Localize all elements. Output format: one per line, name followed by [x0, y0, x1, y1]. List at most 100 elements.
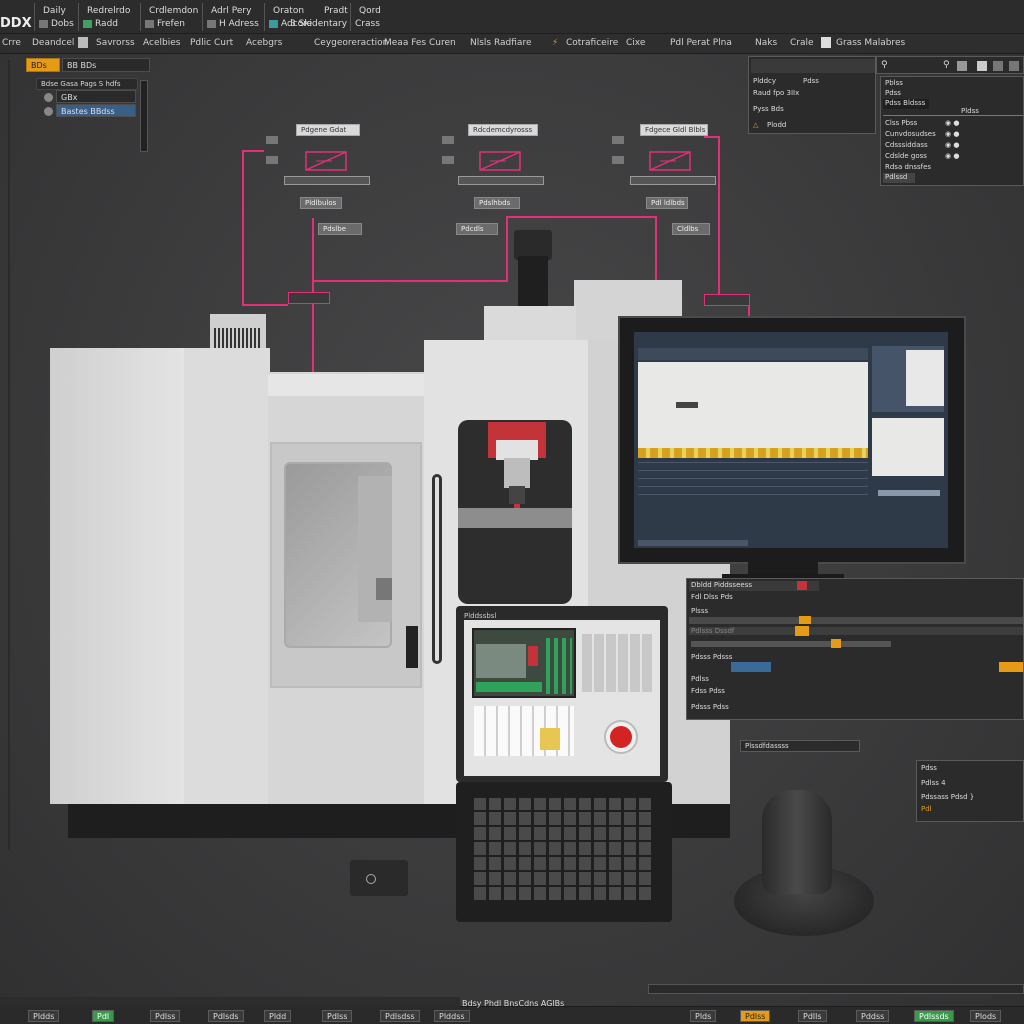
- sequence-row[interactable]: Fdl Dlss Pds: [691, 593, 733, 603]
- track-clip[interactable]: [731, 662, 771, 672]
- menu-item[interactable]: Adrl Pery H Adress: [202, 3, 262, 31]
- search-icon[interactable]: ⚲: [943, 60, 950, 70]
- menu-sub: Dobs: [51, 19, 74, 29]
- properties-row[interactable]: Cdsssiddass: [885, 141, 928, 151]
- toggle-icon[interactable]: ◉ ●: [945, 141, 959, 151]
- tab-active[interactable]: BDs: [26, 58, 60, 72]
- tree-item[interactable]: GBx: [56, 90, 136, 103]
- quick-panel-header: [751, 59, 875, 73]
- node-title[interactable]: Fdgece Gldl Blbls: [640, 124, 708, 136]
- toggle-icon[interactable]: ◉ ●: [945, 119, 959, 129]
- toolbar-item[interactable]: Pdl Perat Plna: [670, 38, 732, 48]
- status-button[interactable]: Pdlls: [798, 1010, 827, 1022]
- search-icon[interactable]: ⚲: [881, 60, 888, 70]
- status-button[interactable]: Pdlssds: [914, 1010, 954, 1022]
- node-output[interactable]: Pdl ldlbds: [646, 197, 688, 209]
- track-bar[interactable]: [689, 627, 1023, 635]
- door-handle[interactable]: [432, 474, 442, 664]
- properties-row[interactable]: Cunvdosudses: [885, 130, 936, 140]
- keyboard[interactable]: [474, 798, 652, 902]
- toolbar-item[interactable]: Savrorss: [96, 38, 135, 48]
- node-slider[interactable]: [284, 176, 370, 185]
- status-button[interactable]: Plddss: [434, 1010, 470, 1022]
- sequence-row[interactable]: Pdlss: [691, 675, 709, 685]
- toggle-icon[interactable]: ◉ ●: [945, 152, 959, 162]
- track-clip[interactable]: [999, 662, 1023, 672]
- toolbar-item[interactable]: Naks: [755, 38, 777, 48]
- status-button[interactable]: Pdlss: [740, 1010, 771, 1022]
- node-title[interactable]: Rdcdemcdyrosss: [468, 124, 538, 136]
- menu-item[interactable]: Qord Crass: [350, 3, 400, 31]
- close-icon[interactable]: [797, 581, 807, 590]
- info-sub: Pdlss 4: [921, 779, 946, 787]
- status-button[interactable]: Pdlss: [150, 1010, 181, 1022]
- track-bar[interactable]: [689, 617, 1023, 624]
- track-marker[interactable]: [831, 639, 841, 648]
- square-icon[interactable]: [993, 61, 1003, 71]
- toolbar-item[interactable]: Nlsls Radfiare: [470, 38, 531, 48]
- properties-row[interactable]: Clss Pbss: [885, 119, 917, 129]
- tree-item[interactable]: Bastes BBdss: [56, 104, 136, 117]
- toolbar-item[interactable]: Cixe: [626, 38, 645, 48]
- square-icon[interactable]: [957, 61, 967, 71]
- status-button[interactable]: Pdl: [92, 1010, 115, 1022]
- properties-footer[interactable]: Pdlssd: [883, 173, 915, 183]
- toolbar-item[interactable]: Meaa Fes Curen: [384, 38, 456, 48]
- toolbar-item[interactable]: Crale: [790, 38, 814, 48]
- sequence-row[interactable]: Plsss: [691, 607, 708, 617]
- quick-panel-button[interactable]: Plodd: [767, 121, 786, 131]
- status-button[interactable]: Plds: [690, 1010, 717, 1022]
- status-button[interactable]: Pdlsdss: [380, 1010, 420, 1022]
- square-icon[interactable]: [1009, 61, 1019, 71]
- horizontal-scrollbar[interactable]: [648, 984, 1024, 994]
- properties-row[interactable]: Cdslde goss: [885, 152, 927, 162]
- node-output[interactable]: Pdslhbds: [474, 197, 520, 209]
- node-sub[interactable]: Pdcdls: [456, 223, 498, 235]
- tab-second[interactable]: BB BDs: [62, 58, 150, 72]
- menu-icon: [39, 20, 48, 28]
- menu-item-sub[interactable]: 3 Skidentary: [286, 3, 350, 31]
- status-button[interactable]: Pdlss: [322, 1010, 353, 1022]
- sequence-row[interactable]: Pdsss Pdsss: [691, 653, 732, 663]
- pendant-function-key[interactable]: [540, 728, 560, 750]
- toolbar-item[interactable]: Deandcel: [32, 38, 74, 48]
- toolbar-item[interactable]: Cotraficeire: [566, 38, 618, 48]
- status-button[interactable]: Pdlsds: [208, 1010, 244, 1022]
- track-bar[interactable]: [691, 641, 891, 647]
- status-button[interactable]: Pldds: [28, 1010, 60, 1022]
- menu-item[interactable]: Redrelrdo Radd: [78, 3, 138, 31]
- tree-root[interactable]: Bdse Gasa Pags S hdfs: [36, 78, 138, 90]
- panel-scrollbar[interactable]: [140, 80, 148, 152]
- node-sub[interactable]: Cldlbs: [672, 223, 710, 235]
- toolbar-item[interactable]: Pdlic Curt: [190, 38, 233, 48]
- properties-tab[interactable]: Pdss Bldsss: [883, 99, 929, 109]
- quick-panel-row[interactable]: Pyss Bds: [753, 105, 784, 115]
- toolbar-item[interactable]: Acelbies: [143, 38, 180, 48]
- toolbar-item[interactable]: Grass Malabres: [836, 38, 905, 48]
- node-slider[interactable]: [630, 176, 716, 185]
- emergency-stop-button[interactable]: [610, 726, 632, 748]
- toolbar-item[interactable]: Acebgrs: [246, 38, 282, 48]
- quick-panel-row[interactable]: Raud fpo 3IIx: [753, 89, 799, 99]
- track-marker[interactable]: [799, 616, 811, 624]
- sequence-row[interactable]: Pdsss Pdss: [691, 703, 729, 713]
- toolbar-item[interactable]: Ceygeoreraction: [314, 38, 388, 48]
- info-panel: Pdss Pdlss 4 Pdssass Pdsd } Pdl: [916, 760, 1024, 822]
- menu-item[interactable]: Crdlemdon Frefen: [140, 3, 200, 31]
- toggle-icon[interactable]: ◉ ●: [945, 130, 959, 140]
- track-marker[interactable]: [795, 626, 809, 636]
- pendant-keypad[interactable]: [582, 634, 652, 692]
- node-slider[interactable]: [458, 176, 544, 185]
- node-sub[interactable]: Pdslbe: [318, 223, 362, 235]
- status-button[interactable]: Plods: [970, 1010, 1002, 1022]
- toolbar-item[interactable]: Crre: [2, 38, 21, 48]
- node-title[interactable]: Pdgene Gdat: [296, 124, 360, 136]
- square-icon[interactable]: [977, 61, 987, 71]
- properties-row[interactable]: Rdsa dnssfes: [885, 163, 931, 173]
- sequence-row[interactable]: Fdss Pdss: [691, 687, 725, 697]
- status-button[interactable]: Pddss: [856, 1010, 890, 1022]
- node-output[interactable]: Pldlbulos: [300, 197, 342, 209]
- status-button[interactable]: Pldd: [264, 1010, 292, 1022]
- device-button-icon[interactable]: [366, 874, 376, 884]
- quick-panel-row[interactable]: Pdss: [803, 77, 819, 87]
